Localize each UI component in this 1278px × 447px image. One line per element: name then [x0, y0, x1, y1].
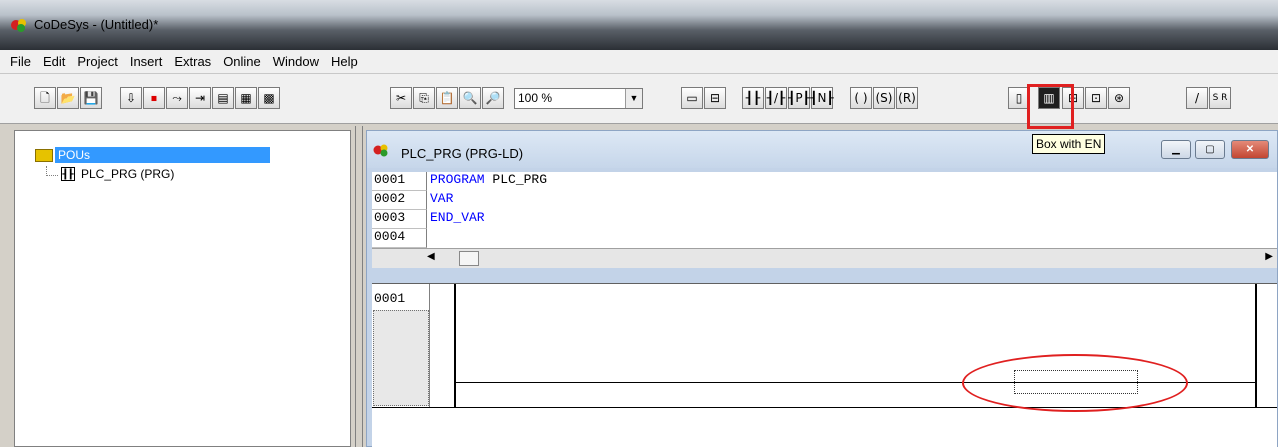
negative-edge-contact-icon[interactable]: ┨N┠	[810, 87, 834, 109]
tree-item-label: POUs	[55, 147, 271, 163]
network-selection-marker[interactable]	[373, 310, 429, 406]
code-text: END_VAR	[430, 210, 485, 225]
title-bar[interactable]: CoDeSys - (Untitled)*	[0, 0, 1278, 50]
horizontal-scrollbar[interactable]: ◀ ▶	[372, 248, 1277, 268]
right-power-rail	[1255, 284, 1257, 407]
code-text: PROGRAM PLC_PRG	[430, 172, 548, 187]
positive-edge-contact-icon[interactable]: ┨P┠	[788, 87, 810, 109]
line-number: 0001	[372, 172, 427, 191]
copy-icon[interactable]: ⎘	[413, 87, 435, 109]
maximize-button[interactable]: ▢	[1195, 140, 1225, 159]
declaration-editor[interactable]: 0001 PROGRAM PLC_PRG 0002 VAR 0003 END_V…	[372, 172, 1277, 248]
code-line: 0001 PROGRAM PLC_PRG	[372, 172, 1277, 191]
step-in-icon[interactable]: ⇥	[189, 87, 211, 109]
single-cycle-icon[interactable]: ▤	[212, 87, 234, 109]
scroll-left-icon[interactable]: ◀	[427, 251, 435, 262]
folder-icon	[35, 148, 53, 162]
stop-icon[interactable]: ⏹	[143, 87, 165, 109]
annotation-oval	[962, 354, 1188, 412]
write-values-icon[interactable]: ▦	[235, 87, 257, 109]
comment-icon[interactable]: ▭	[681, 87, 703, 109]
login-icon[interactable]: ⇩	[120, 87, 142, 109]
scroll-thumb[interactable]	[459, 251, 479, 266]
menu-extras[interactable]: Extras	[168, 54, 217, 69]
menu-project[interactable]: Project	[71, 54, 123, 69]
negated-contact-icon[interactable]: ┨/┠	[765, 87, 787, 109]
menu-insert[interactable]: Insert	[124, 54, 169, 69]
window-title: CoDeSys - (Untitled)*	[34, 17, 159, 32]
menu-edit[interactable]: Edit	[37, 54, 71, 69]
new-file-icon[interactable]: 🗋	[34, 87, 56, 109]
menu-bar: File Edit Project Insert Extras Online W…	[0, 50, 1278, 74]
network-divider	[372, 407, 1277, 408]
left-power-rail	[454, 284, 456, 407]
codesys-pou-icon	[373, 144, 388, 157]
menu-window[interactable]: Window	[267, 54, 325, 69]
tree-item-label: PLC_PRG (PRG)	[81, 167, 175, 181]
editor-title-bar[interactable]: PLC_PRG (PRG-LD) ▁ ▢ ✕	[367, 131, 1277, 168]
cut-icon[interactable]: ✂	[390, 87, 412, 109]
ladder-pou-icon: ┨┠	[61, 167, 75, 181]
reset-coil-icon[interactable]: (R)	[896, 87, 918, 109]
tree-connector	[46, 166, 58, 176]
coil-icon[interactable]: ( )	[850, 87, 872, 109]
line-icon[interactable]: /	[1186, 87, 1208, 109]
menu-file[interactable]: File	[4, 54, 37, 69]
line-number: 0003	[372, 210, 427, 229]
codesys-app-icon	[11, 19, 26, 32]
zoom-select[interactable]: 100 % ▼	[514, 88, 643, 109]
network-after-icon[interactable]: ⊟	[704, 87, 726, 109]
step-icon[interactable]: ⤳	[166, 87, 188, 109]
minimize-button[interactable]: ▁	[1161, 140, 1191, 159]
code-line: 0004	[372, 229, 1277, 248]
editor-window: PLC_PRG (PRG-LD) ▁ ▢ ✕ 0001 PROGRAM PLC_…	[366, 130, 1278, 447]
editor-title: PLC_PRG (PRG-LD)	[401, 146, 524, 161]
zoom-value: 100 %	[518, 91, 553, 105]
open-folder-icon[interactable]: 📂	[57, 87, 79, 109]
set-reset-icon[interactable]: S R	[1209, 87, 1231, 109]
code-text: VAR	[430, 191, 454, 206]
function-block-icon[interactable]: ⊛	[1108, 87, 1130, 109]
paste-icon[interactable]: 📋	[436, 87, 458, 109]
force-values-icon[interactable]: ▩	[258, 87, 280, 109]
close-button[interactable]: ✕	[1231, 140, 1269, 159]
tooltip: Box with EN	[1032, 134, 1106, 154]
return-icon[interactable]: ⊡	[1085, 87, 1107, 109]
find-icon[interactable]: 🔍	[459, 87, 481, 109]
contact-icon[interactable]: ┨┠	[742, 87, 764, 109]
line-number: 0004	[372, 229, 427, 248]
network-number-text: 0001	[374, 291, 406, 306]
ladder-editor[interactable]: 0001	[372, 283, 1277, 447]
tree-item-pous[interactable]: POUs	[35, 145, 271, 165]
code-line: 0002 VAR	[372, 191, 1277, 210]
pou-tree-panel: POUs ┨┠ PLC_PRG (PRG)	[14, 130, 351, 447]
code-line: 0003 END_VAR	[372, 210, 1277, 229]
find-next-icon[interactable]: 🔎	[482, 87, 504, 109]
menu-online[interactable]: Online	[217, 54, 267, 69]
save-icon[interactable]: 💾	[80, 87, 102, 109]
panel-splitter[interactable]	[355, 126, 363, 447]
toolbar-highlight-annotation	[1027, 84, 1074, 129]
toolbar: 🗋 📂 💾 ⇩ ⏹ ⤳ ⇥ ▤ ▦ ▩ ✂ ⎘ 📋 🔍 🔎 100 % ▼ ▭ …	[0, 74, 1278, 124]
scroll-right-icon[interactable]: ▶	[1265, 251, 1273, 262]
line-number: 0002	[372, 191, 427, 210]
chevron-down-icon[interactable]: ▼	[625, 89, 642, 108]
set-coil-icon[interactable]: (S)	[873, 87, 895, 109]
menu-help[interactable]: Help	[325, 54, 364, 69]
tree-item-plc-prg[interactable]: ┨┠ PLC_PRG (PRG)	[61, 167, 174, 181]
